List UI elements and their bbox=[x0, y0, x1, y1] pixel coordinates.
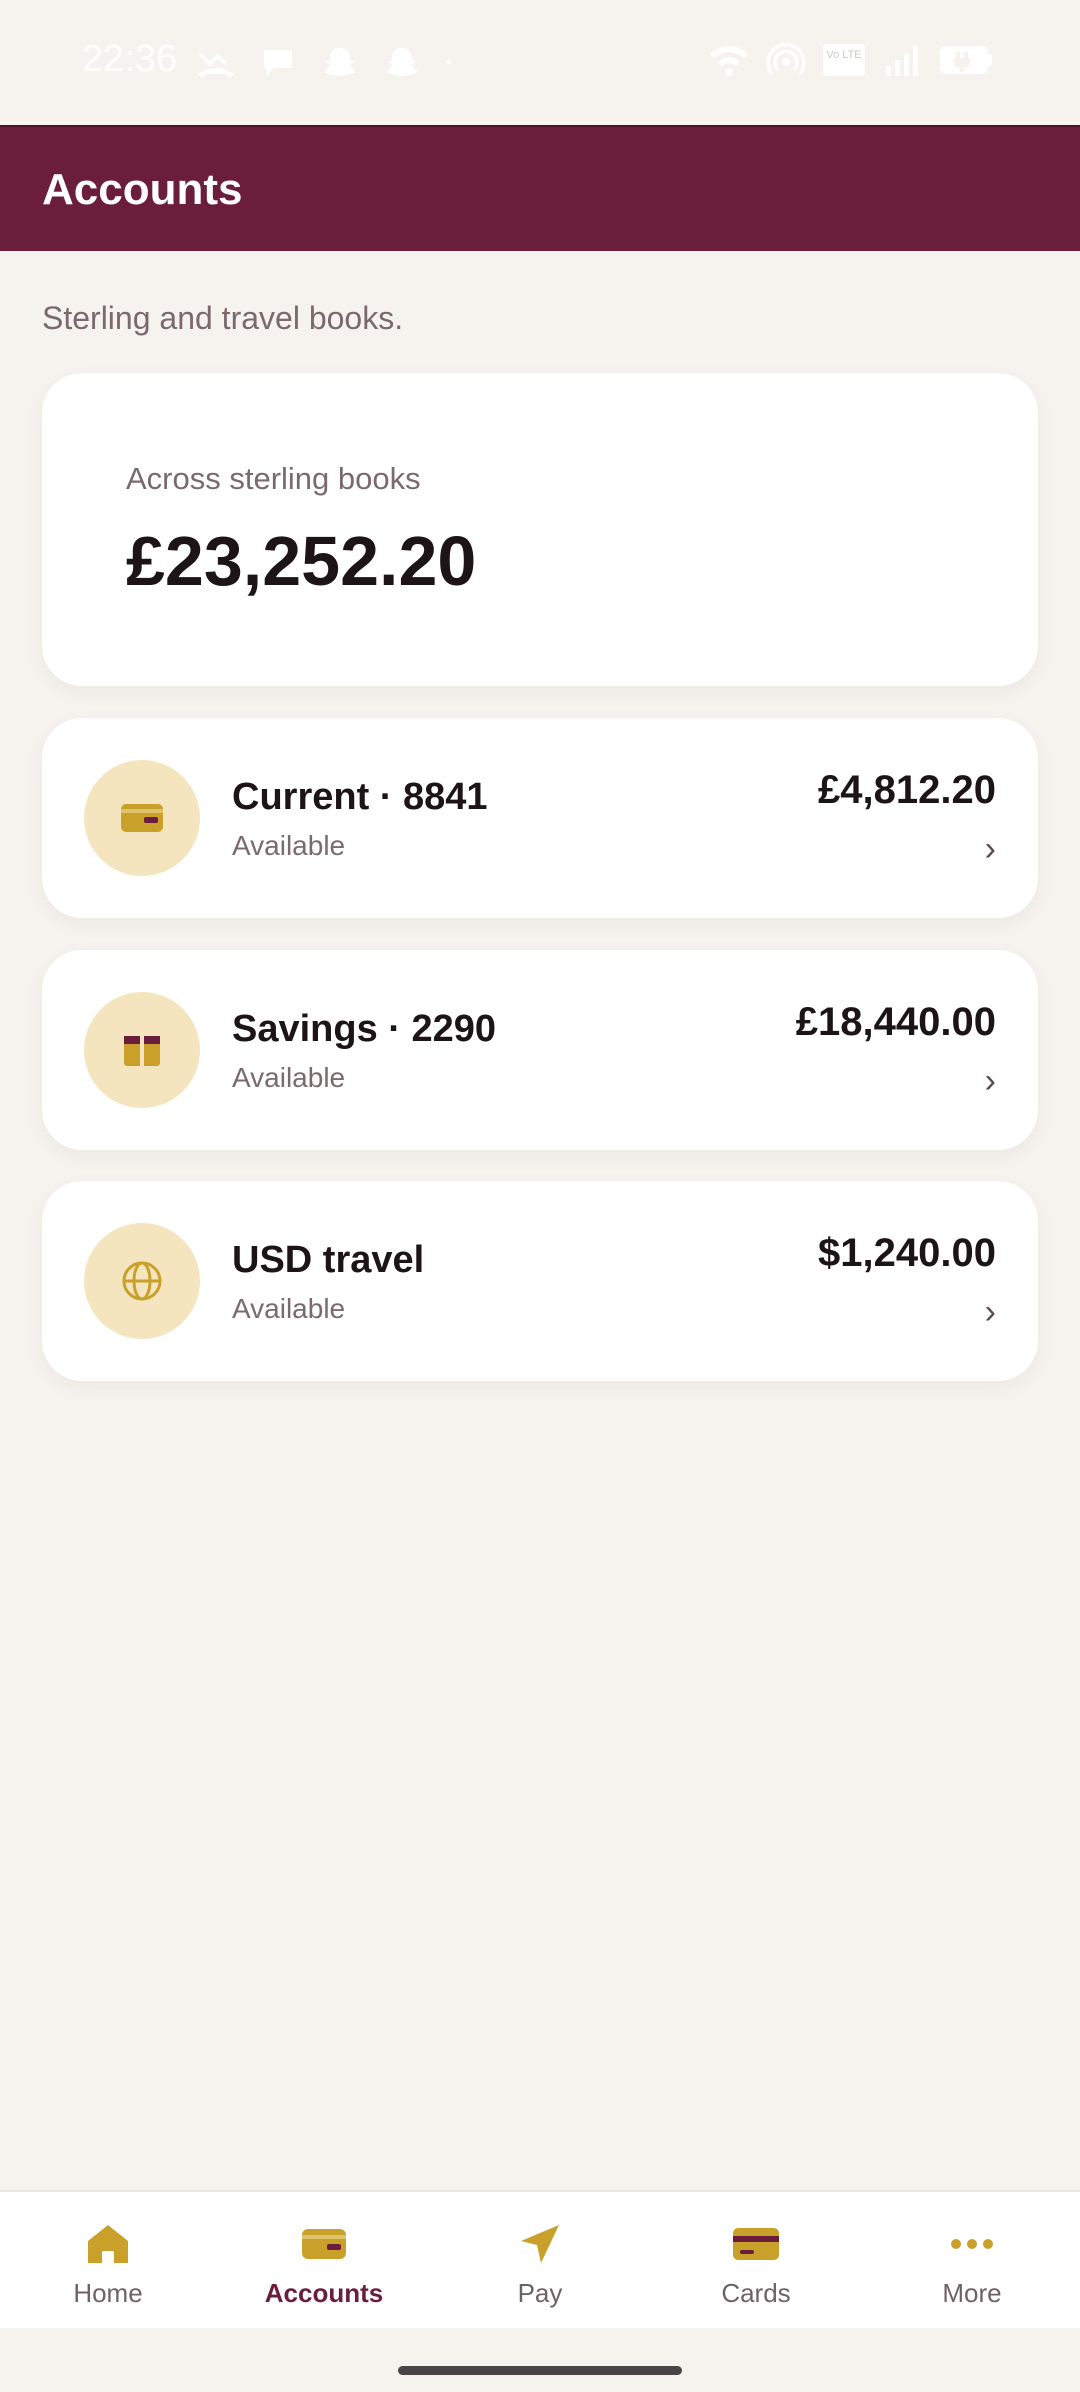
nav-label: Pay bbox=[517, 2278, 563, 2308]
volte-icon: Vo LTE bbox=[823, 44, 865, 76]
gesture-area bbox=[0, 2328, 1080, 2392]
status-bar: 22:36 Vo LTE bbox=[0, 0, 1080, 125]
chat-bubble-icon bbox=[264, 50, 292, 76]
dot-icon bbox=[446, 59, 452, 65]
missed-call-icon bbox=[198, 52, 234, 78]
nav-label: More bbox=[942, 2278, 1002, 2308]
nav-label: Home bbox=[73, 2278, 143, 2308]
more-dots-icon bbox=[947, 2222, 997, 2266]
account-amount: £4,812.20 bbox=[818, 768, 996, 812]
nav-label: Cards bbox=[721, 2278, 791, 2308]
chevron-right-icon: › bbox=[984, 1293, 996, 1331]
status-system-icons: Vo LTE bbox=[708, 42, 994, 78]
account-status: Available bbox=[232, 1062, 346, 1093]
chevron-right-icon: › bbox=[984, 830, 996, 868]
account-status: Available bbox=[232, 1293, 346, 1324]
total-balance-label: Across sterling books bbox=[126, 461, 421, 496]
account-icon-circle bbox=[84, 1223, 200, 1339]
app-bar: Accounts bbox=[0, 125, 1080, 251]
account-name: USD travel bbox=[232, 1239, 425, 1281]
gift-icon bbox=[124, 1036, 160, 1066]
nav-item-more[interactable]: More bbox=[864, 2192, 1080, 2328]
wifi-icon bbox=[710, 46, 748, 76]
account-card-usd-travel[interactable]: USD travel Available $1,240.00 › bbox=[42, 1181, 1038, 1381]
account-icon-circle bbox=[84, 760, 200, 876]
nav-item-cards[interactable]: Cards bbox=[648, 2192, 864, 2328]
total-balance-value: £23,252.20 bbox=[126, 522, 477, 600]
wallet-icon bbox=[299, 2222, 349, 2266]
hotspot-icon bbox=[766, 43, 806, 76]
snapchat-icon bbox=[324, 48, 356, 76]
send-icon bbox=[515, 2222, 565, 2266]
account-status: Available bbox=[232, 830, 346, 861]
bottom-navigation: Home Accounts Pay Cards More bbox=[0, 2190, 1080, 2328]
signal-icon bbox=[886, 46, 918, 76]
nav-label: Accounts bbox=[264, 2278, 384, 2308]
home-icon bbox=[83, 2222, 133, 2266]
account-name: Current · 8841 bbox=[232, 776, 488, 818]
status-time: 22:36 bbox=[82, 38, 178, 80]
page-subtitle: Sterling and travel books. bbox=[42, 300, 404, 336]
card-icon bbox=[731, 2222, 781, 2266]
page-title: Accounts bbox=[42, 165, 243, 214]
account-amount: $1,240.00 bbox=[818, 1231, 996, 1275]
status-notification-icons bbox=[196, 44, 464, 80]
total-balance-card: Across sterling books £23,252.20 bbox=[42, 373, 1038, 686]
snapchat-icon bbox=[386, 48, 418, 76]
account-name: Savings · 2290 bbox=[232, 1008, 497, 1050]
account-icon-circle bbox=[84, 992, 200, 1108]
account-card-savings[interactable]: Savings · 2290 Available £18,440.00 › bbox=[42, 950, 1038, 1150]
globe-icon bbox=[122, 1261, 162, 1301]
account-card-current[interactable]: Current · 8841 Available £4,812.20 › bbox=[42, 718, 1038, 918]
battery-charging-icon bbox=[940, 46, 992, 74]
wallet-icon bbox=[121, 804, 163, 832]
volte-label: Vo LTE bbox=[826, 49, 861, 61]
account-amount: £18,440.00 bbox=[795, 1000, 996, 1044]
nav-item-home[interactable]: Home bbox=[0, 2192, 216, 2328]
home-gesture-bar[interactable] bbox=[398, 2366, 682, 2375]
nav-item-pay[interactable]: Pay bbox=[432, 2192, 648, 2328]
chevron-right-icon: › bbox=[984, 1062, 996, 1100]
nav-item-accounts[interactable]: Accounts bbox=[216, 2192, 432, 2328]
